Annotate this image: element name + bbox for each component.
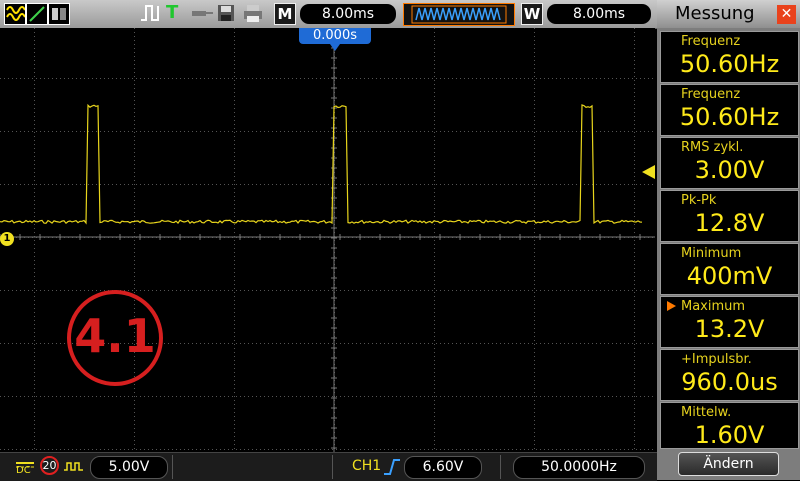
measurement-label: Minimum — [681, 246, 742, 261]
measurement-value: 1.60V — [694, 421, 765, 449]
overlay-label: 4.1 — [74, 309, 156, 363]
trigger-icon[interactable]: T — [166, 3, 184, 23]
dc-coupling-icon[interactable]: DC — [14, 455, 36, 477]
trigger-level-value[interactable]: 6.60V — [404, 456, 482, 479]
divider — [172, 455, 173, 479]
waveform-overview[interactable] — [403, 3, 515, 26]
probe-icon — [190, 3, 214, 23]
close-icon[interactable]: ✕ — [777, 5, 796, 24]
trigger-source[interactable]: CH1 — [352, 458, 381, 474]
measurement-value: 12.8V — [694, 209, 765, 237]
pulse-icon[interactable] — [140, 3, 164, 23]
measurement-item-selected[interactable]: Maximum 13.2V — [660, 296, 799, 348]
top-toolbar: T M 8.00ms W 8.00ms — [0, 0, 657, 29]
rising-edge-icon[interactable] — [382, 457, 402, 477]
cursor-icon[interactable] — [26, 3, 48, 25]
trigger-arrow-icon — [330, 44, 340, 51]
measurement-value: 50.60Hz — [679, 50, 780, 78]
measurement-label: RMS zykl. — [681, 140, 744, 155]
measurement-value: 50.60Hz — [679, 103, 780, 131]
divider — [332, 455, 333, 479]
change-button[interactable]: Ändern — [678, 452, 779, 476]
panel-title: Messung — [675, 3, 755, 24]
divider — [500, 455, 501, 479]
display-icon[interactable] — [48, 3, 70, 25]
measurement-value: 960.0us — [681, 368, 778, 396]
measurement-label: +Impulsbr. — [681, 352, 752, 367]
measurement-item[interactable]: Frequenz 50.60Hz — [660, 31, 799, 83]
channel-1-trace — [0, 103, 643, 225]
measurement-value: 3.00V — [694, 156, 765, 184]
overlay-circle: 4.1 — [67, 290, 163, 386]
measurement-item[interactable]: Pk-Pk 12.8V — [660, 190, 799, 242]
save-icon[interactable] — [216, 3, 236, 23]
measurement-label: Pk-Pk — [681, 193, 717, 208]
bottom-status-bar: DC 20 5.00V CH1 6.60V 50.0000Hz — [0, 452, 657, 481]
measurement-label: Maximum — [681, 299, 746, 314]
panel-header: Messung ✕ — [657, 0, 800, 28]
measurement-value: 13.2V — [694, 315, 765, 343]
scope-grid — [0, 28, 655, 452]
channel-1-marker[interactable]: 1 — [0, 232, 14, 246]
trigger-position-marker[interactable]: 0.000s — [299, 28, 371, 44]
measurement-item[interactable]: +Impulsbr. 960.0us — [660, 349, 799, 401]
bandwidth-limit-badge[interactable]: 20 — [40, 456, 59, 475]
invert-icon[interactable] — [63, 459, 85, 473]
window-button[interactable]: W — [521, 3, 543, 25]
measurement-label: Frequenz — [681, 87, 741, 102]
scope-display[interactable]: 0.000s 1 4.1 — [0, 28, 655, 452]
measurement-item[interactable]: Mittelw. 1.60V — [660, 402, 799, 449]
trigger-level-icon[interactable] — [642, 165, 655, 179]
measurement-item[interactable]: Minimum 400mV — [660, 243, 799, 295]
print-icon[interactable] — [242, 3, 264, 23]
volts-div-value[interactable]: 5.00V — [90, 456, 168, 479]
trigger-frequency-value: 50.0000Hz — [513, 456, 645, 479]
measurement-value: 400mV — [686, 262, 773, 290]
coupling-label: DC — [16, 465, 31, 476]
window-timebase-value[interactable]: 8.00ms — [547, 4, 651, 24]
mode-button[interactable]: M — [274, 3, 296, 25]
measurement-item[interactable]: RMS zykl. 3.00V — [660, 137, 799, 189]
selected-arrow-icon — [667, 301, 676, 311]
waveform-icon[interactable] — [4, 3, 26, 25]
measurement-label: Frequenz — [681, 34, 741, 49]
timebase-value[interactable]: 8.00ms — [300, 4, 396, 24]
measurement-item[interactable]: Frequenz 50.60Hz — [660, 84, 799, 136]
measurement-label: Mittelw. — [681, 405, 732, 420]
measurement-panel: Messung ✕ Frequenz 50.60Hz Frequenz 50.6… — [657, 0, 800, 480]
